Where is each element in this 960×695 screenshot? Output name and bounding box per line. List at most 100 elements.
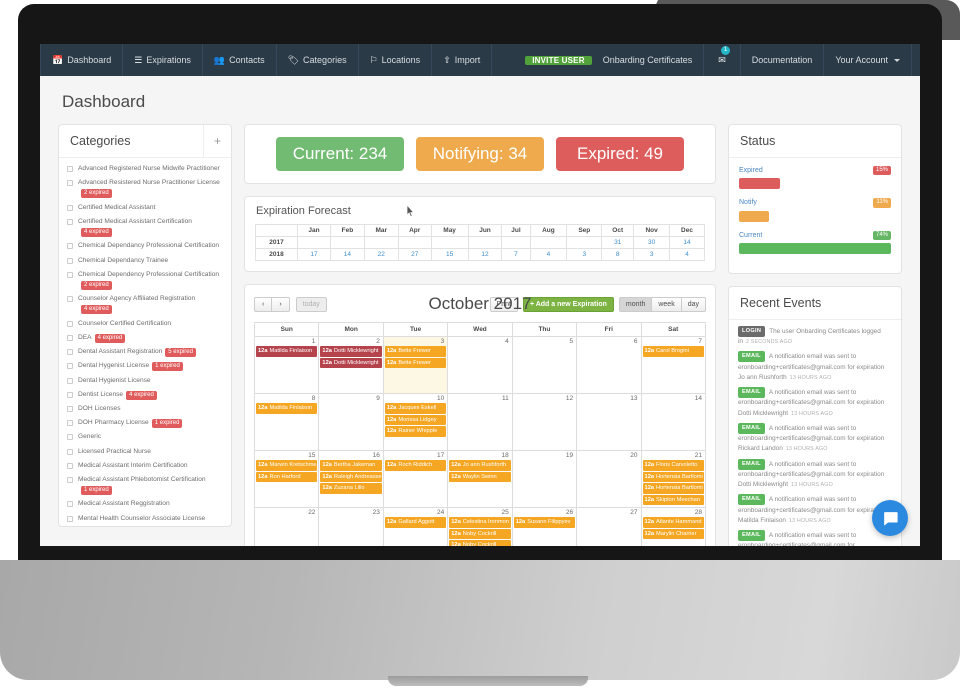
calendar-day-cell[interactable]: 2 12a Dotti Micklewright 12a Dotti Micklewri… xyxy=(319,337,384,394)
calendar-view-day[interactable]: day xyxy=(681,296,706,312)
chat-bubble-icon[interactable] xyxy=(872,500,908,536)
status-label[interactable]: Current xyxy=(739,232,762,239)
calendar-day-cell[interactable]: 13 xyxy=(577,394,642,451)
invite-user-button[interactable]: INVITE USER xyxy=(525,55,592,65)
calendar-day-cell[interactable]: 26 12a Susann Filippyev xyxy=(512,508,578,546)
calendar-event[interactable]: 12a Raleigh Andreasse xyxy=(320,471,382,483)
category-item[interactable]: Medical Assistant Reggistration xyxy=(59,497,231,511)
calendar-event[interactable]: 12a Waylin Swinn xyxy=(449,471,511,483)
add-category-button[interactable]: + xyxy=(202,125,231,157)
nav-item-locations[interactable]: ⚐ Locations xyxy=(359,44,433,76)
calendar-event[interactable]: 12a Dotti Micklewright xyxy=(320,346,382,357)
calendar-event[interactable]: 12a Hortensia Bartlomi xyxy=(642,483,704,494)
category-item[interactable]: Counselor Certified Certification xyxy=(59,317,231,331)
calendar-event[interactable]: 12a Bette Frewer xyxy=(384,346,447,357)
nav-item-expirations[interactable]: ☰ Expirations xyxy=(123,44,203,76)
calendar-event[interactable]: 12a Marylin Charrier xyxy=(642,528,704,540)
category-checkbox[interactable] xyxy=(67,166,73,172)
forecast-cell[interactable]: 3 xyxy=(566,248,603,261)
calendar-event[interactable]: 12a Bertha Jakeman xyxy=(320,460,382,471)
forecast-cell[interactable]: 22 xyxy=(363,248,399,261)
nav-item-contacts[interactable]: 👥 Contacts xyxy=(203,44,277,76)
forecast-cell[interactable]: 4 xyxy=(669,248,705,261)
forecast-cell[interactable]: 27 xyxy=(397,248,432,261)
forecast-cell[interactable]: 7 xyxy=(501,248,531,261)
category-checkbox[interactable] xyxy=(67,405,73,412)
category-item[interactable]: DOH Licenses xyxy=(59,402,231,416)
calendar-view-month[interactable]: month xyxy=(618,296,653,312)
forecast-cell[interactable]: 17 xyxy=(297,248,331,261)
forecast-cell[interactable]: 15 xyxy=(430,248,469,261)
stat-card-green[interactable]: Current: 234 xyxy=(276,137,404,171)
category-item[interactable]: Counselor Agency Affiliated Registration… xyxy=(59,292,231,316)
logout-button[interactable]: ➦ xyxy=(912,44,920,76)
calendar-event[interactable]: 12a Noby Cockrill xyxy=(449,528,511,540)
calendar-event[interactable]: 12a Roch Riddich xyxy=(384,460,447,471)
nav-item-organization[interactable]: Onbarding Certificates xyxy=(592,44,705,76)
category-checkbox[interactable] xyxy=(67,334,73,341)
calendar-day-cell[interactable]: 6 xyxy=(577,337,642,394)
calendar-event[interactable]: 12a Jacques Eskell xyxy=(384,403,447,414)
category-checkbox[interactable] xyxy=(67,363,73,370)
category-item[interactable]: Certified Medical Assistant Certificatio… xyxy=(59,215,231,239)
forecast-cell[interactable]: 14 xyxy=(669,236,705,249)
calendar-event[interactable]: 12a Jo ann Rushforth xyxy=(449,460,511,471)
calendar-event[interactable]: 12a Rainer Whipple xyxy=(384,426,447,437)
category-item[interactable]: Advanced Resistered Nurse Practitioner L… xyxy=(59,176,231,200)
category-checkbox[interactable] xyxy=(67,271,73,278)
nav-item-categories[interactable]: 🏷 Categories xyxy=(277,44,359,76)
nav-item-import[interactable]: ⇧ Import xyxy=(432,44,493,76)
category-checkbox[interactable] xyxy=(67,257,73,264)
category-checkbox[interactable] xyxy=(67,434,73,441)
category-item[interactable]: Chemical Dependancy Trainee xyxy=(59,254,231,268)
calendar-event[interactable]: 12a Dotti Micklewright xyxy=(320,357,382,369)
calendar-day-cell[interactable]: 5 xyxy=(512,337,578,394)
calendar-event[interactable]: 12a Bette Frewer xyxy=(384,357,447,369)
category-item[interactable]: Generic xyxy=(59,430,231,444)
category-item[interactable]: Dentist License 4 expired xyxy=(59,388,231,402)
calendar-day-cell[interactable]: 17 12a Roch Riddich xyxy=(383,451,449,508)
forecast-cell[interactable]: 31 xyxy=(601,236,635,249)
stat-card-orange[interactable]: Notifying: 34 xyxy=(416,137,544,171)
category-checkbox[interactable] xyxy=(67,377,73,384)
forecast-cell[interactable]: 3 xyxy=(633,248,671,261)
category-checkbox[interactable] xyxy=(67,204,73,211)
calendar-next-button[interactable]: › xyxy=(272,296,290,312)
category-checkbox[interactable] xyxy=(67,243,73,250)
category-item[interactable]: Medical Assistant Phlebotomist Certifica… xyxy=(59,473,231,497)
category-item[interactable]: Licensed Practical Nurse xyxy=(59,445,231,459)
calendar-day-cell[interactable]: 11 xyxy=(448,394,513,451)
calendar-day-cell[interactable]: 12 xyxy=(512,394,578,451)
calendar-day-cell[interactable]: 20 xyxy=(577,451,642,508)
calendar-prev-button[interactable]: ‹ xyxy=(254,296,273,312)
calendar-day-cell[interactable]: 4 xyxy=(448,337,513,394)
calendar-event[interactable]: 12a Atlante Hammand xyxy=(642,517,704,528)
category-checkbox[interactable] xyxy=(67,218,73,225)
category-item[interactable]: Certified Medical Assistant xyxy=(59,201,231,215)
calendar-day-cell[interactable]: 24 12a Gallard Aggott xyxy=(383,508,449,546)
nav-item-your-account[interactable]: Your Account xyxy=(824,44,913,76)
calendar-event[interactable]: 12a Celestina Ironmon xyxy=(449,517,511,528)
calendar-view-week[interactable]: week xyxy=(652,296,682,312)
calendar-day-cell[interactable]: 9 xyxy=(319,394,384,451)
forecast-cell[interactable]: 4 xyxy=(529,248,568,261)
stat-card-red[interactable]: Expired: 49 xyxy=(556,137,684,171)
nav-item-dashboard[interactable]: 📅 Dashboard xyxy=(40,44,124,76)
calendar-event[interactable]: 12a Ron Harford xyxy=(256,471,318,483)
calendar-event[interactable]: 12a Susann Filippyev xyxy=(513,517,576,528)
category-checkbox[interactable] xyxy=(67,501,73,508)
forecast-cell[interactable]: 8 xyxy=(601,248,635,261)
calendar-day-cell[interactable]: 21 12a Floris Carvoletto 12a Hortensia Bartl… xyxy=(641,451,705,508)
calendar-day-cell[interactable]: 14 xyxy=(641,394,705,451)
category-item[interactable]: Chemical Dependency Professional Certifi… xyxy=(59,268,231,292)
calendar-day-cell[interactable]: 27 xyxy=(577,508,642,546)
category-item[interactable]: Medical Assistant Interim Certification xyxy=(59,459,231,473)
category-item[interactable]: Dental Hygienist License xyxy=(59,374,231,388)
calendar-day-cell[interactable]: 25 12a Celestina Ironmon 12a Noby Cockrill 12… xyxy=(448,508,513,546)
calendar-day-cell[interactable]: 10 12a Jacques Eskell 12a Morissa Lidgey 12a R… xyxy=(383,394,449,451)
category-checkbox[interactable] xyxy=(67,296,73,303)
category-item[interactable]: Chemical Dependancy Professional Certifi… xyxy=(59,239,231,253)
category-checkbox[interactable] xyxy=(67,462,73,469)
calendar-day-cell[interactable]: 8 12a Matilda Finlaison xyxy=(255,394,320,451)
messages-button[interactable]: ✉ 1 xyxy=(704,44,741,76)
